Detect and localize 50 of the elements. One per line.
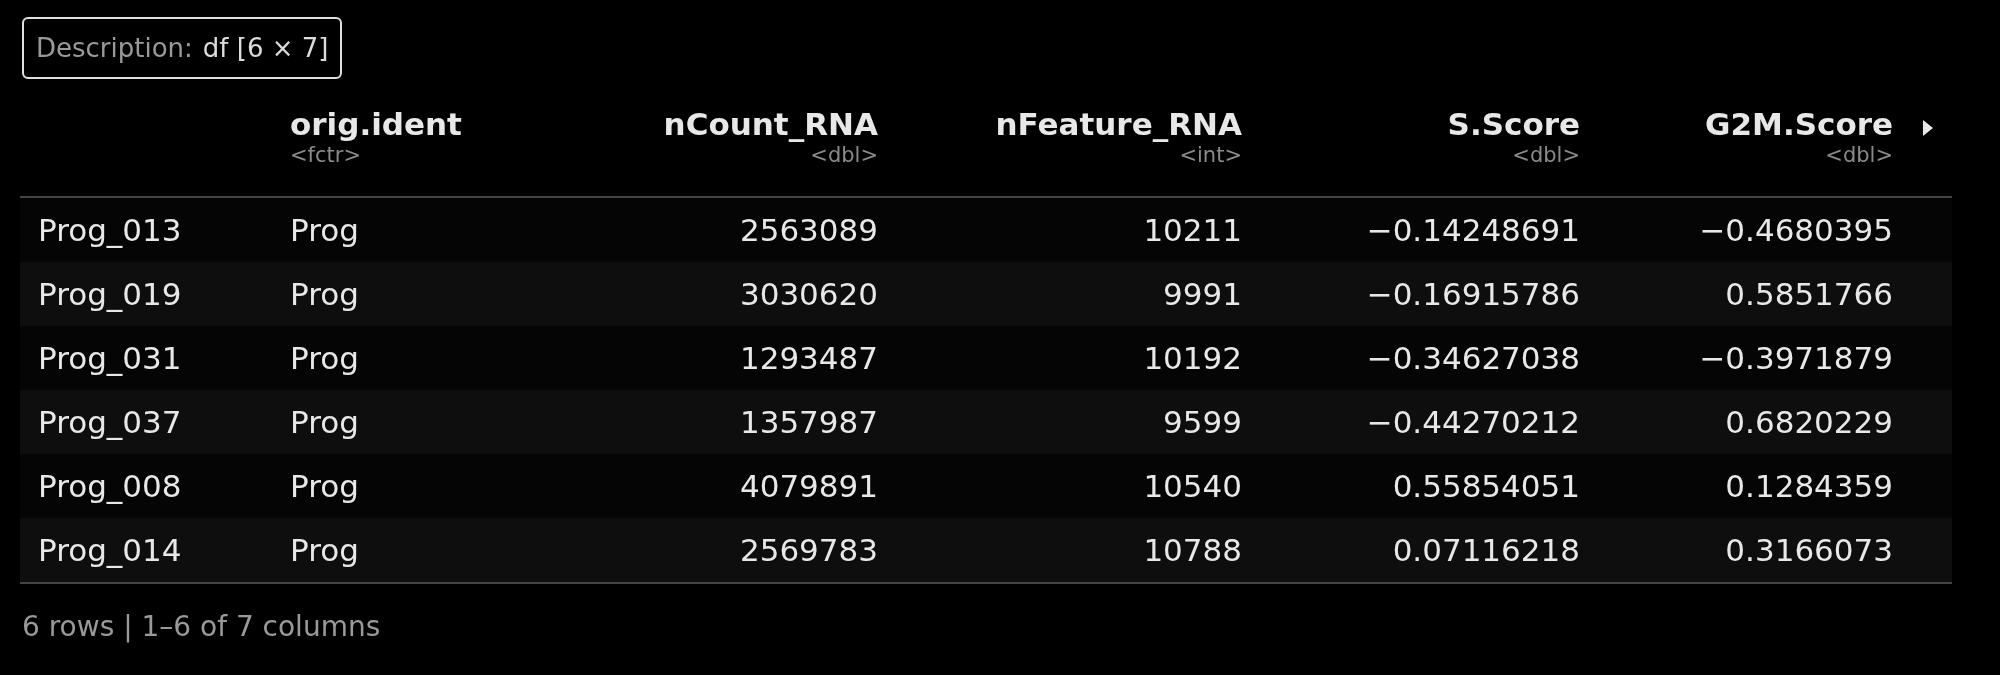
table-cell-text: Prog: [289, 530, 360, 570]
column-type: <dbl>: [1824, 142, 1893, 168]
column-type: <fctr>: [290, 142, 362, 168]
row-name: Prog_008: [37, 466, 183, 506]
column-header: orig.ident: [290, 105, 463, 142]
row-name: Prog_014: [37, 530, 183, 570]
table-cell-text: Prog: [289, 338, 360, 378]
column-type: <int>: [1178, 142, 1242, 168]
table-cell-text: 2563089: [738, 210, 879, 250]
table-cell-text: Prog: [289, 402, 360, 442]
table-cell-text: 0.5851766: [1724, 274, 1894, 314]
table-cell-text: 1357987: [738, 402, 879, 442]
table-cell-text: −0.14248691: [1365, 210, 1581, 250]
row-name: Prog_031: [37, 338, 183, 378]
description-label: Description:: [36, 31, 193, 65]
table-cell-text: Prog: [289, 210, 360, 250]
table-cell-text: 0.3166073: [1724, 530, 1894, 570]
table-cell-text: 10192: [1142, 338, 1243, 378]
column-header: G2M.Score: [1704, 105, 1893, 142]
table-cell-text: 10211: [1142, 210, 1243, 250]
table-cell-text: −0.44270212: [1365, 402, 1581, 442]
table-cell-text: −0.4680395: [1698, 210, 1894, 250]
table-cell-text: −0.3971879: [1698, 338, 1894, 378]
column-header: nCount_RNA: [662, 105, 878, 142]
table-cell-text: 0.55854051: [1391, 466, 1581, 506]
table-cell-text: 1293487: [738, 338, 879, 378]
table-cell-text: Prog: [289, 274, 360, 314]
row-name: Prog_019: [37, 274, 183, 314]
table-cell-text: −0.34627038: [1365, 338, 1581, 378]
table-summary: 6 rows | 1–6 of 7 columns: [22, 610, 381, 643]
table-cell-text: 3030620: [738, 274, 879, 314]
table-cell-text: −0.16915786: [1365, 274, 1581, 314]
table-cell-text: 2569783: [738, 530, 879, 570]
table-cell-text: 0.6820229: [1724, 402, 1894, 442]
table-cell-text: Prog: [289, 466, 360, 506]
table-cell-text: 0.07116218: [1391, 530, 1581, 570]
table-cell-text: 10788: [1142, 530, 1243, 570]
next-columns-arrow-icon[interactable]: [1921, 118, 1935, 138]
table-cell-text: 0.1284359: [1724, 466, 1894, 506]
table-cell-text: 9991: [1162, 274, 1243, 314]
column-header: nFeature_RNA: [994, 105, 1242, 142]
row-name: Prog_037: [37, 402, 183, 442]
table-cell-text: 4079891: [738, 466, 879, 506]
column-header: S.Score: [1446, 105, 1580, 142]
table-cell-text: 9599: [1162, 402, 1243, 442]
description-value: df [6 × 7]: [202, 31, 329, 65]
column-type: <dbl>: [809, 142, 878, 168]
row-name: Prog_013: [37, 210, 183, 250]
table-cell-text: 10540: [1142, 466, 1243, 506]
column-type: <dbl>: [1511, 142, 1580, 168]
